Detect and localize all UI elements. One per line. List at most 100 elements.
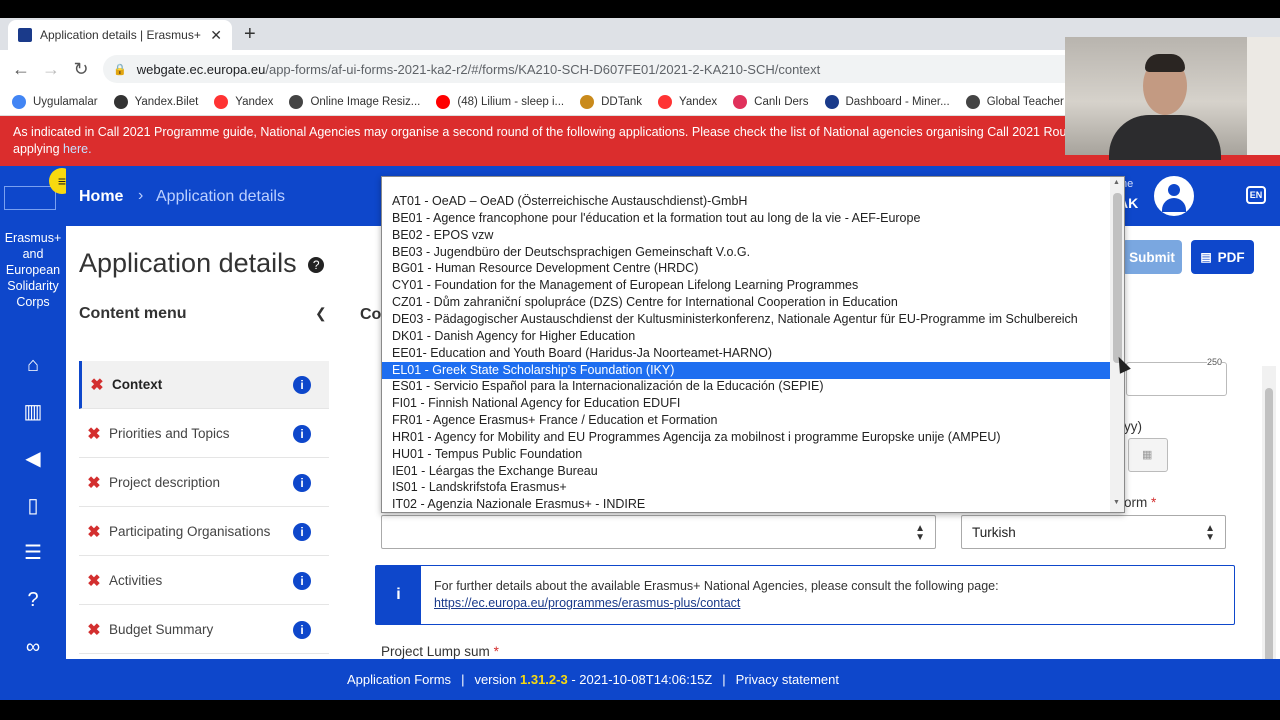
- webcam-person-hair: [1145, 54, 1185, 72]
- help-icon[interactable]: ?: [18, 585, 48, 615]
- footer: Application Forms | version 1.31.2-3 - 2…: [66, 659, 1280, 700]
- text-field[interactable]: 250: [1126, 357, 1227, 396]
- info-text: For further details about the available …: [434, 579, 999, 593]
- dropdown-option[interactable]: FI01 - Finnish National Agency for Educa…: [382, 395, 1110, 412]
- home-icon[interactable]: ⌂: [18, 350, 48, 380]
- page-scrollbar-thumb[interactable]: [1265, 388, 1273, 688]
- dropdown-option[interactable]: CZ01 - Dům zahraniční spolupráce (DZS) C…: [382, 294, 1110, 311]
- dropdown-option[interactable]: IS01 - Landskrifstofa Erasmus+: [382, 479, 1110, 496]
- dropdown-option[interactable]: HU01 - Tempus Public Foundation: [382, 446, 1110, 463]
- info-icon[interactable]: i: [293, 620, 311, 639]
- dropdown-option[interactable]: HR01 - Agency for Mobility and EU Progra…: [382, 429, 1110, 446]
- bookmark-label: Canlı Ders: [754, 95, 809, 108]
- footer-build: - 2021-10-08T14:06:15Z: [571, 672, 713, 687]
- url-field[interactable]: 🔒 webgate.ec.europa.eu/app-forms/af-ui-f…: [103, 55, 1103, 83]
- dropdown-option[interactable]: DE03 - Pädagogischer Austauschdienst der…: [382, 311, 1110, 328]
- incomplete-x-icon: ✖: [87, 572, 101, 590]
- incomplete-x-icon: ✖: [87, 523, 101, 541]
- back-icon[interactable]: ←: [6, 59, 36, 80]
- dropdown-option[interactable]: FR01 - Agence Erasmus+ France / Educatio…: [382, 412, 1110, 429]
- info-icon[interactable]: i: [293, 473, 311, 492]
- dropdown-option[interactable]: AT01 - OeAD – OeAD (Österreichische Aust…: [382, 193, 1110, 210]
- language-selector[interactable]: EN: [1246, 186, 1266, 204]
- required-mark: *: [1151, 495, 1157, 510]
- bookmark-item[interactable]: Yandex.Bilet: [113, 94, 198, 109]
- list-icon[interactable]: ☰: [18, 538, 48, 568]
- dropdown-option[interactable]: BE03 - Jugendbüro der Deutschsprachigen …: [382, 244, 1110, 261]
- institution-icon[interactable]: ▥: [18, 397, 48, 427]
- link-icon[interactable]: ∞: [18, 632, 48, 662]
- content-menu-item-label: Priorities and Topics: [109, 426, 230, 441]
- bookmark-label: Online Image Resiz...: [310, 95, 421, 108]
- close-tab-icon[interactable]: ✕: [210, 27, 222, 44]
- incomplete-x-icon: ✖: [87, 425, 101, 443]
- language-select[interactable]: Turkish ▲ ▼: [961, 515, 1226, 549]
- dropdown-scrollbar-thumb[interactable]: [1113, 193, 1122, 363]
- apps-grid-icon: [12, 94, 26, 109]
- bookmark-item[interactable]: Canlı Ders: [733, 94, 809, 109]
- content-menu-item[interactable]: ✖ Context i: [79, 361, 329, 409]
- browser-tab[interactable]: Application details | Erasmus+ an ✕: [8, 20, 232, 50]
- globe-icon: [965, 94, 980, 109]
- lock-icon: 🔒: [113, 63, 127, 76]
- new-tab-icon[interactable]: +: [244, 23, 256, 46]
- bookmark-item[interactable]: (48) Lilium - sleep i...: [436, 94, 564, 109]
- content-menu-item-label: Participating Organisations: [109, 524, 271, 539]
- info-icon[interactable]: i: [293, 375, 311, 394]
- info-icon[interactable]: i: [293, 522, 311, 541]
- content-menu-item-label: Project description: [109, 475, 221, 490]
- scroll-down-icon[interactable]: ▼: [1113, 499, 1120, 506]
- bookmark-item[interactable]: DDTank: [580, 94, 642, 109]
- submit-button[interactable]: Submit: [1122, 240, 1182, 274]
- eu-flag-logo: [4, 186, 56, 210]
- bookmark-item[interactable]: Yandex: [658, 94, 717, 109]
- privacy-link[interactable]: Privacy statement: [736, 672, 839, 687]
- collapse-icon[interactable]: ❮: [315, 305, 327, 322]
- question-icon[interactable]: ?: [308, 256, 325, 273]
- dropdown-option[interactable]: BG01 - Human Resource Development Centre…: [382, 260, 1110, 277]
- scroll-up-icon[interactable]: ▲: [1113, 179, 1120, 186]
- forward-icon[interactable]: →: [36, 59, 66, 80]
- dropdown-option[interactable]: BE02 - EPOS vzw: [382, 227, 1110, 244]
- bookmark-item[interactable]: Dashboard - Miner...: [824, 94, 950, 109]
- calendar-button[interactable]: ▦: [1128, 438, 1168, 472]
- code-file-icon[interactable]: ▯: [18, 491, 48, 521]
- info-link[interactable]: https://ec.europa.eu/programmes/erasmus-…: [434, 596, 740, 610]
- info-icon[interactable]: i: [293, 571, 311, 590]
- dropdown-option[interactable]: EE01- Education and Youth Board (Haridus…: [382, 345, 1110, 362]
- bookmark-item[interactable]: Yandex: [214, 94, 273, 109]
- reload-icon[interactable]: ↻: [66, 59, 96, 80]
- content-menu-item[interactable]: ✖ Priorities and Topics i: [79, 410, 329, 458]
- dropdown-option[interactable]: DK01 - Danish Agency for Higher Educatio…: [382, 328, 1110, 345]
- dashboard-icon: [824, 94, 839, 109]
- dropdown-option[interactable]: IE01 - Léargas the Exchange Bureau: [382, 463, 1110, 480]
- national-agency-select[interactable]: ▲ ▼: [381, 515, 936, 549]
- dropdown-option[interactable]: BE01 - Agence francophone pour l'éducati…: [382, 210, 1110, 227]
- bookmark-item[interactable]: Uygulamalar: [12, 94, 98, 109]
- language-label: orm *: [1124, 495, 1156, 510]
- footer-divider: |: [722, 672, 726, 687]
- breadcrumb-home[interactable]: Home: [79, 188, 123, 206]
- webcam-background-door: [1247, 37, 1280, 155]
- content-menu-item[interactable]: ✖ Budget Summary i: [79, 606, 329, 654]
- bookmark-item[interactable]: Online Image Resiz...: [289, 94, 421, 109]
- content-menu: Content menu ❮ ✖ Context i ✖ Priorities and …: [79, 305, 329, 688]
- pdf-label: PDF: [1217, 249, 1245, 265]
- dropdown-option[interactable]: EL01 - Greek State Scholarship's Foundat…: [382, 361, 1110, 379]
- info-icon[interactable]: i: [293, 424, 311, 443]
- content-menu-item[interactable]: ✖ Project description i: [79, 459, 329, 507]
- content-menu-item[interactable]: ✖ Activities i: [79, 557, 329, 605]
- avatar[interactable]: [1154, 176, 1194, 216]
- dropdown-option[interactable]: IT02 - Agenzia Nazionale Erasmus+ - INDI…: [382, 496, 1110, 512]
- dropdown-option[interactable]: CY01 - Foundation for the Management of …: [382, 277, 1110, 294]
- banner-link[interactable]: here.: [63, 142, 92, 156]
- dropdown-option[interactable]: ES01 - Servicio Español para la Internac…: [382, 378, 1110, 395]
- pdf-button[interactable]: ▤ PDF: [1191, 240, 1254, 274]
- incomplete-x-icon: ✖: [87, 621, 101, 639]
- pdf-icon: ▤: [1200, 250, 1212, 264]
- breadcrumb-current: Application details: [156, 188, 285, 205]
- select-arrows-icon: ▲ ▼: [1205, 523, 1215, 543]
- content-menu-item[interactable]: ✖ Participating Organisations i: [79, 508, 329, 556]
- national-agency-dropdown-list[interactable]: ▲ ▼ AT01 - OeAD – OeAD (Österreichische …: [381, 176, 1125, 513]
- megaphone-icon[interactable]: ◀: [18, 444, 48, 474]
